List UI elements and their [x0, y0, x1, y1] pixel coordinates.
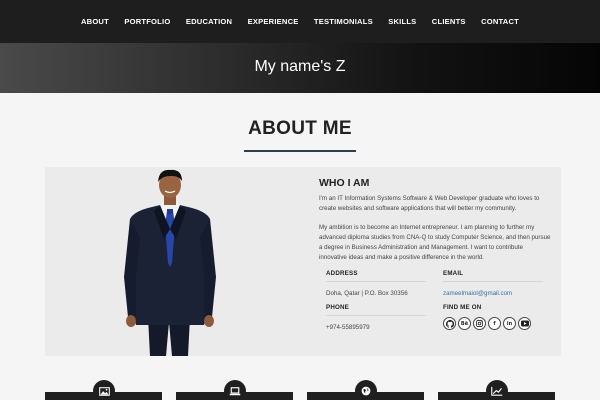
profile-photo: [124, 169, 216, 356]
address-label: ADDRESS: [326, 270, 426, 282]
email-label: EMAIL: [443, 270, 543, 282]
bio-paragraph-2: My ambition is to become an Internet ent…: [319, 224, 551, 261]
linkedin-icon[interactable]: in: [503, 317, 516, 330]
image-icon: [93, 380, 115, 400]
chart-icon: [486, 380, 508, 400]
github-icon[interactable]: [443, 317, 456, 330]
email-link[interactable]: zameelmaiol@gmail.com: [443, 290, 543, 297]
nav-about[interactable]: ABOUT: [73, 17, 116, 26]
phone-block: PHONE +974-55895979: [326, 304, 426, 331]
globe-icon: [355, 380, 377, 400]
bio-paragraph-1: I'm an IT Information Systems Software &…: [319, 195, 540, 212]
youtube-icon[interactable]: [518, 317, 531, 330]
behance-icon[interactable]: Bē: [458, 317, 471, 330]
facebook-icon[interactable]: f: [488, 317, 501, 330]
nav-contact[interactable]: CONTACT: [473, 17, 526, 26]
nav-testimonials[interactable]: TESTIMONIALS: [306, 17, 380, 26]
address-value: Doha, Qatar | P.O. Box 30356: [326, 290, 408, 297]
phone-value: +974-55895979: [326, 324, 370, 331]
nav-menu: ABOUT PORTFOLIO EDUCATION EXPERIENCE TES…: [0, 0, 600, 43]
find-me-label: FIND ME ON: [443, 304, 482, 311]
email-block: EMAIL zameelmaiol@gmail.com: [443, 270, 543, 297]
address-block: ADDRESS Doha, Qatar | P.O. Box 30356: [326, 270, 426, 297]
nav-experience[interactable]: EXPERIENCE: [240, 17, 306, 26]
laptop-icon: [224, 380, 246, 400]
social-links: Bē f in: [443, 317, 543, 330]
social-block: FIND ME ON Bē f in: [443, 304, 543, 330]
nav-clients[interactable]: CLIENTS: [424, 17, 473, 26]
phone-label: PHONE: [326, 304, 426, 316]
nav-portfolio[interactable]: PORTFOLIO: [117, 17, 178, 26]
navbar: ABOUT PORTFOLIO EDUCATION EXPERIENCE TES…: [0, 0, 600, 43]
section-title: ABOUT ME: [248, 118, 352, 139]
instagram-icon[interactable]: [473, 317, 486, 330]
who-i-am-heading: WHO I AM: [319, 177, 370, 189]
nav-education[interactable]: EDUCATION: [178, 17, 240, 26]
banner-title: My name's Z: [254, 58, 346, 75]
title-underline: [244, 150, 356, 152]
nav-skills[interactable]: SKILLS: [381, 17, 425, 26]
hero-banner: My name's Z: [0, 43, 600, 93]
